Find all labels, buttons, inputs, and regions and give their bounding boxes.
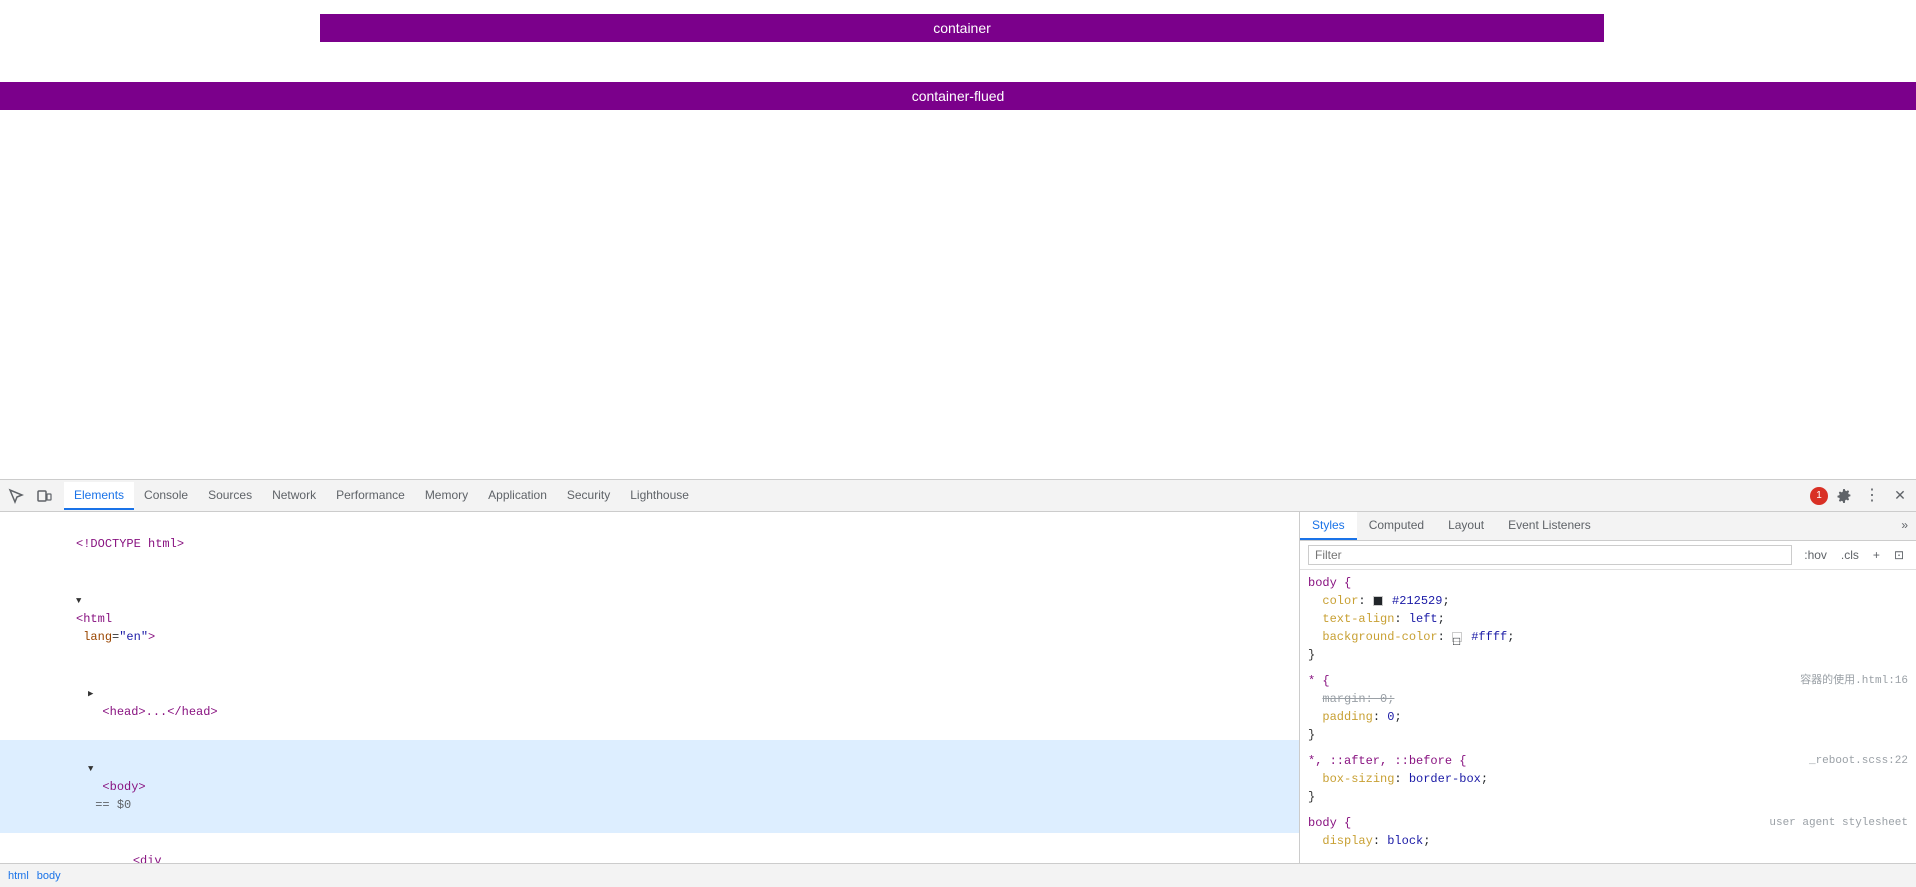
browser-viewport: container container-flued <box>0 0 1916 480</box>
css-selector-body-ua: body { user agent stylesheet <box>1308 814 1908 832</box>
tab-styles[interactable]: Styles <box>1300 512 1357 540</box>
css-property-display: display: block; <box>1308 832 1908 850</box>
css-rule-pseudo: *, ::after, ::before { _reboot.scss:22 b… <box>1308 752 1908 806</box>
styles-filter-bar: :hov .cls + ⊡ <box>1300 541 1916 570</box>
breadcrumb-html[interactable]: html <box>8 870 29 882</box>
css-rule-star: * { 容器的使用.html:16 margin: 0; padding: 0;… <box>1308 672 1908 744</box>
tab-console[interactable]: Console <box>134 482 198 510</box>
html-panel[interactable]: <!DOCTYPE html> <html lang="en"> <head>.… <box>0 512 1300 863</box>
html-line-head: <head>...</head> <box>0 665 1299 740</box>
devtools-toolbar: Elements Console Sources Network Perform… <box>0 480 1916 512</box>
tab-lighthouse[interactable]: Lighthouse <box>620 482 699 510</box>
tab-memory[interactable]: Memory <box>415 482 478 510</box>
device-toolbar-button[interactable] <box>32 484 56 508</box>
container-fluid-element: container-flued <box>0 82 1916 110</box>
css-selector-pseudo: *, ::after, ::before { _reboot.scss:22 <box>1308 752 1908 770</box>
styles-panel: Styles Computed Layout Event Listeners »… <box>1300 512 1916 863</box>
tab-layout[interactable]: Layout <box>1436 512 1496 540</box>
devtools-panel: Elements Console Sources Network Perform… <box>0 479 1916 887</box>
tab-elements[interactable]: Elements <box>64 482 134 510</box>
css-property-color: color: #212529; <box>1308 592 1908 610</box>
styles-content: body { color: #212529; text-align: left;… <box>1300 570 1916 863</box>
tab-security[interactable]: Security <box>557 482 620 510</box>
tab-application[interactable]: Application <box>478 482 557 510</box>
filter-hov[interactable]: :hov <box>1800 546 1831 564</box>
breadcrumb-body[interactable]: body <box>37 870 61 882</box>
css-property-text-align: text-align: left; <box>1308 610 1908 628</box>
devtools-tab-list: Elements Console Sources Network Perform… <box>64 482 1810 510</box>
color-swatch <box>1373 596 1383 606</box>
container-text: container <box>933 20 991 36</box>
styles-tab-list: Styles Computed Layout Event Listeners » <box>1300 512 1916 541</box>
close-devtools-button[interactable]: ✕ <box>1888 484 1912 508</box>
filter-add[interactable]: + <box>1869 546 1884 564</box>
filter-cls[interactable]: .cls <box>1837 546 1863 564</box>
html-line-html: <html lang="en"> <box>0 572 1299 665</box>
devtools-content: <!DOCTYPE html> <html lang="en"> <head>.… <box>0 512 1916 863</box>
html-line-container-div: <div class="container">container</div> <box>0 833 1299 863</box>
html-line-body-selected: <body> == $0 <box>0 740 1299 833</box>
tab-sources[interactable]: Sources <box>198 482 262 510</box>
css-property-bg-color: background-color: □ #ffff; <box>1308 628 1908 646</box>
error-badge: 1 <box>1810 487 1828 505</box>
bg-color-checkbox[interactable]: □ <box>1452 632 1462 642</box>
more-options-button[interactable]: ⋮ <box>1860 484 1884 508</box>
devtools-breadcrumb: html body <box>0 863 1916 887</box>
settings-button[interactable] <box>1832 484 1856 508</box>
css-property-margin: margin: 0; <box>1308 690 1908 708</box>
css-close-brace1: } <box>1308 646 1908 664</box>
css-close-brace-star: } <box>1308 726 1908 744</box>
devtools-left-icons <box>4 484 56 508</box>
css-selector-body1: body { <box>1308 574 1908 592</box>
devtools-right-icons: 1 ⋮ ✕ <box>1810 484 1912 508</box>
styles-filter-input[interactable] <box>1308 545 1792 565</box>
tab-computed[interactable]: Computed <box>1357 512 1436 540</box>
inspect-element-button[interactable] <box>4 484 28 508</box>
tab-event-listeners[interactable]: Event Listeners <box>1496 512 1603 540</box>
container-fluid-text: container-flued <box>912 88 1005 104</box>
filter-icon[interactable]: ⊡ <box>1890 546 1908 564</box>
tab-network[interactable]: Network <box>262 482 326 510</box>
tab-performance[interactable]: Performance <box>326 482 415 510</box>
styles-tab-more-button[interactable]: » <box>1893 512 1916 540</box>
css-property-padding: padding: 0; <box>1308 708 1908 726</box>
css-rule-body-ua: body { user agent stylesheet display: bl… <box>1308 814 1908 850</box>
css-property-box-sizing: box-sizing: border-box; <box>1308 770 1908 788</box>
css-selector-star: * { 容器的使用.html:16 <box>1308 672 1908 690</box>
css-close-brace-pseudo: } <box>1308 788 1908 806</box>
filter-options: :hov .cls + ⊡ <box>1800 546 1908 564</box>
html-line-doctype: <!DOCTYPE html> <box>0 516 1299 572</box>
container-element: container <box>320 14 1604 42</box>
css-rule-body1: body { color: #212529; text-align: left;… <box>1308 574 1908 664</box>
